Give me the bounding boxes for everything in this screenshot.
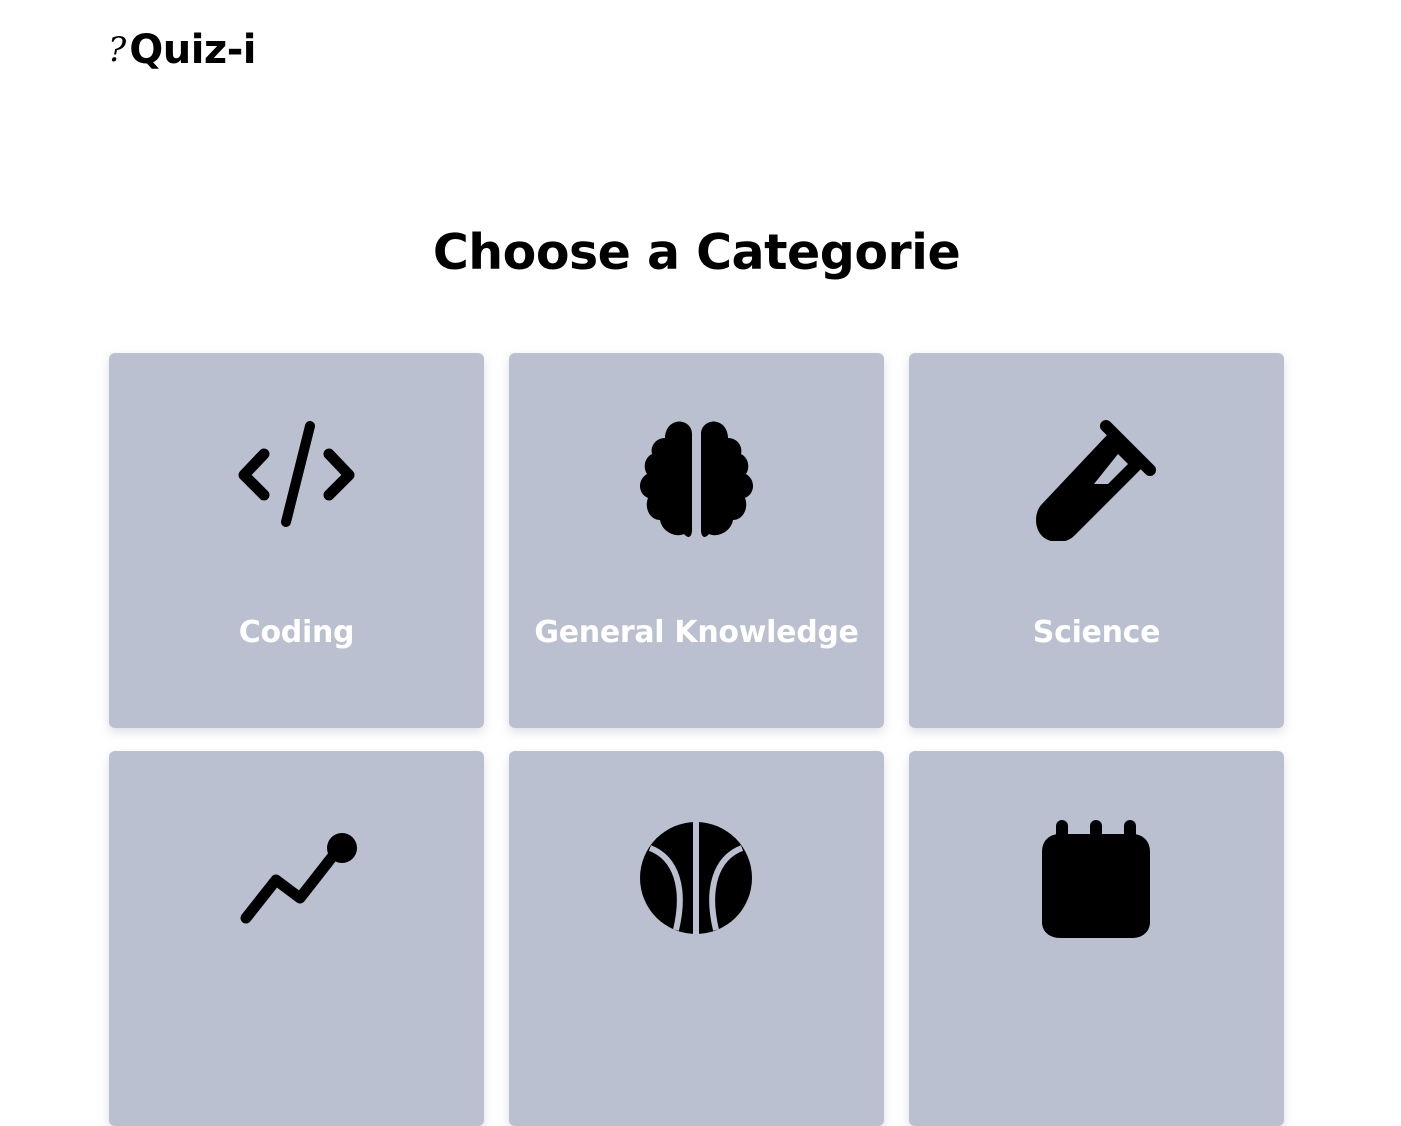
- category-label: General Knowledge: [534, 615, 859, 650]
- category-card-general-knowledge[interactable]: General Knowledge: [509, 353, 884, 728]
- category-card-4[interactable]: [109, 751, 484, 1126]
- category-label: Coding: [238, 615, 355, 650]
- question-mark-icon: ?: [108, 30, 127, 70]
- category-card-5[interactable]: [509, 751, 884, 1126]
- category-grid: Coding General Knowledge Science: [109, 353, 1284, 1126]
- category-card-6[interactable]: [909, 751, 1284, 1126]
- header: ? Quiz-i: [108, 22, 257, 78]
- code-icon: [236, 420, 357, 541]
- page-title: Choose a Categorie: [432, 224, 961, 281]
- flask-icon: [1036, 420, 1157, 541]
- brain-icon: [636, 420, 757, 541]
- basketball-icon: [636, 818, 757, 939]
- category-card-coding[interactable]: Coding: [109, 353, 484, 728]
- category-card-science[interactable]: Science: [909, 353, 1284, 728]
- logo-text[interactable]: Quiz-i: [129, 30, 256, 70]
- category-label: Science: [1032, 615, 1161, 650]
- calendar-icon: [1036, 818, 1157, 939]
- chart-icon: [236, 818, 357, 939]
